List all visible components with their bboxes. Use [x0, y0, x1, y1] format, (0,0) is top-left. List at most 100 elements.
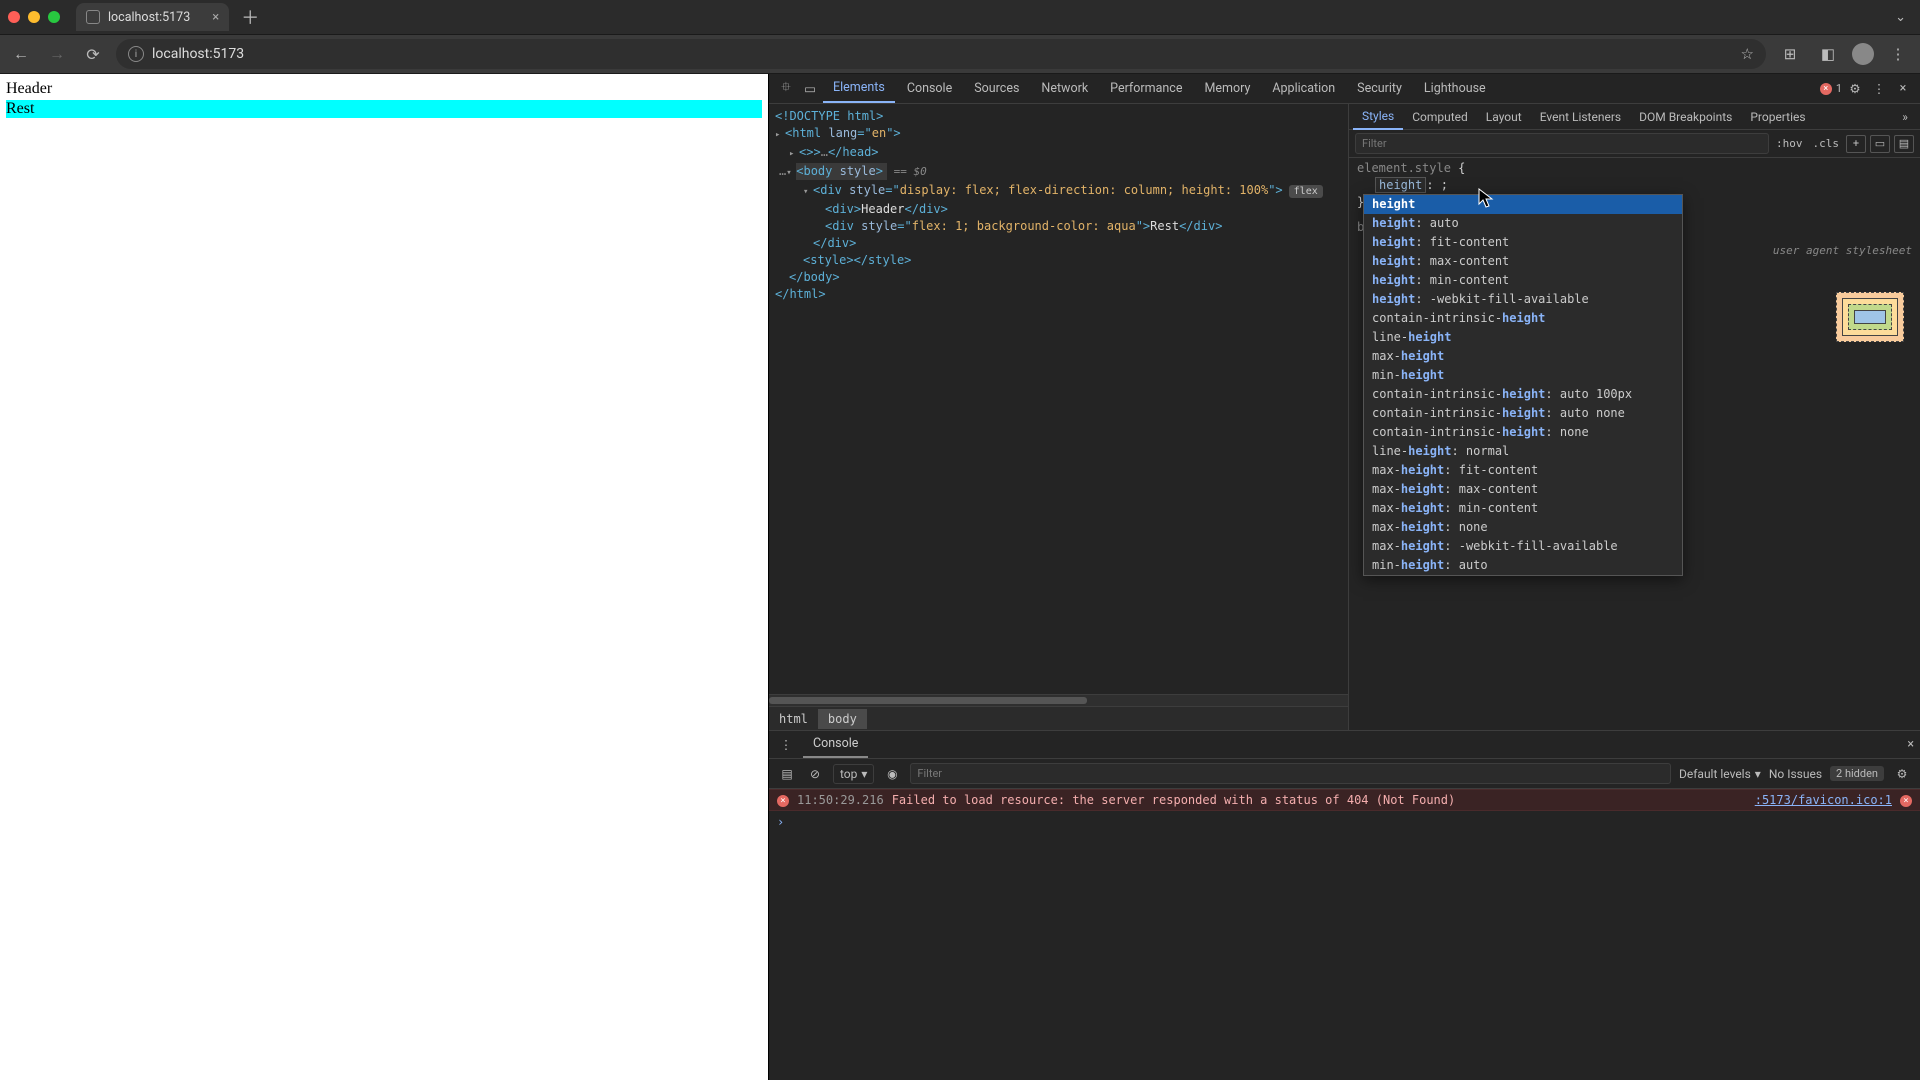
flex-badge[interactable]: flex: [1289, 185, 1323, 198]
autocomplete-option[interactable]: min-height: auto: [1364, 556, 1682, 575]
breadcrumb-html[interactable]: html: [769, 709, 818, 729]
tab-dom-breakpoints[interactable]: DOM Breakpoints: [1630, 105, 1741, 129]
autocomplete-option[interactable]: max-height: [1364, 347, 1682, 366]
browser-tab[interactable]: localhost:5173 ×: [76, 3, 229, 31]
menu-icon[interactable]: ⋮: [1884, 45, 1912, 63]
profile-avatar[interactable]: [1852, 43, 1874, 65]
autocomplete-option[interactable]: height: [1364, 195, 1682, 214]
autocomplete-option[interactable]: max-height: fit-content: [1364, 461, 1682, 480]
new-tab-button[interactable]: ＋: [241, 4, 259, 30]
inspect-icon[interactable]: ⯐: [775, 78, 797, 99]
tab-overflow-icon[interactable]: ⌄: [1895, 10, 1906, 25]
drawer-close-icon[interactable]: ×: [1907, 737, 1914, 752]
tab-sources[interactable]: Sources: [964, 75, 1029, 102]
error-count: 1: [1836, 82, 1842, 95]
clear-console-icon[interactable]: ⊘: [805, 767, 825, 781]
log-levels[interactable]: Default levels ▾: [1679, 767, 1761, 781]
console-sidebar-icon[interactable]: ▤: [777, 767, 797, 781]
console-toolbar: ▤ ⊘ top ▾ ◉ Filter Default levels ▾ No I…: [769, 759, 1920, 789]
reload-button[interactable]: ⟳: [80, 45, 106, 64]
tab-network[interactable]: Network: [1031, 75, 1098, 102]
console-prompt[interactable]: ›: [769, 811, 1920, 833]
window-controls[interactable]: [8, 11, 60, 23]
cls-toggle[interactable]: .cls: [1810, 137, 1843, 150]
autocomplete-option[interactable]: height: -webkit-fill-available: [1364, 290, 1682, 309]
autocomplete-option[interactable]: max-height: none: [1364, 518, 1682, 537]
tab-application[interactable]: Application: [1262, 75, 1345, 102]
autocomplete-option[interactable]: contain-intrinsic-height: none: [1364, 423, 1682, 442]
tab-properties[interactable]: Properties: [1741, 105, 1814, 129]
autocomplete-option[interactable]: min-height: [1364, 366, 1682, 385]
tab-lighthouse[interactable]: Lighthouse: [1414, 75, 1496, 102]
css-prop-name-input[interactable]: height: [1375, 177, 1426, 193]
styles-filter-input[interactable]: Filter: [1355, 133, 1769, 154]
back-button[interactable]: ←: [8, 44, 34, 64]
forward-button[interactable]: →: [44, 44, 70, 64]
tab-strip: localhost:5173 × ＋ ⌄: [0, 0, 1920, 34]
more-icon[interactable]: ⋮: [1868, 81, 1890, 97]
url-text: localhost:5173: [152, 46, 244, 62]
autocomplete-option[interactable]: contain-intrinsic-height: [1364, 309, 1682, 328]
autocomplete-option[interactable]: max-height: -webkit-fill-available: [1364, 537, 1682, 556]
drawer-tab-console[interactable]: Console: [803, 731, 868, 758]
site-info-icon[interactable]: i: [128, 46, 144, 62]
hidden-count[interactable]: 2 hidden: [1830, 766, 1884, 781]
breadcrumb-body[interactable]: body: [818, 709, 867, 729]
close-devtools-icon[interactable]: ×: [1892, 81, 1914, 96]
bookmark-icon[interactable]: ☆: [1741, 45, 1754, 63]
maximize-window-icon[interactable]: [48, 11, 60, 23]
autocomplete-option[interactable]: height: max-content: [1364, 252, 1682, 271]
tab-styles[interactable]: Styles: [1353, 104, 1403, 130]
new-rule-button[interactable]: +: [1846, 135, 1866, 153]
tab-elements[interactable]: Elements: [823, 74, 895, 103]
tab-layout[interactable]: Layout: [1477, 105, 1531, 129]
computed-toggle-button[interactable]: ▤: [1894, 135, 1914, 153]
tab-close-icon[interactable]: ×: [212, 10, 219, 25]
minimize-window-icon[interactable]: [28, 11, 40, 23]
css-autocomplete[interactable]: height height: auto height: fit-content …: [1363, 194, 1683, 576]
log-message: Failed to load resource: the server resp…: [892, 793, 1747, 807]
autocomplete-option[interactable]: line-height: normal: [1364, 442, 1682, 461]
device-toggle-icon[interactable]: ▭: [799, 81, 821, 97]
autocomplete-option[interactable]: max-height: max-content: [1364, 480, 1682, 499]
styles-sidebar: Styles Computed Layout Event Listeners D…: [1349, 104, 1920, 730]
live-expression-icon[interactable]: ◉: [882, 767, 902, 781]
tab-security[interactable]: Security: [1347, 75, 1412, 102]
autocomplete-option[interactable]: height: fit-content: [1364, 233, 1682, 252]
box-model-widget[interactable]: [1836, 292, 1904, 342]
drawer-menu-icon[interactable]: ⋮: [775, 737, 797, 753]
dom-scrollbar[interactable]: [769, 694, 1348, 706]
autocomplete-option[interactable]: contain-intrinsic-height: auto 100px: [1364, 385, 1682, 404]
address-bar[interactable]: i localhost:5173 ☆: [116, 39, 1766, 69]
console-settings-icon[interactable]: ⚙: [1892, 767, 1912, 781]
toggle-common-button[interactable]: ▭: [1870, 135, 1890, 153]
styles-body[interactable]: element.style { height: ; } bo user agen…: [1349, 158, 1920, 730]
extensions-icon[interactable]: ⊞: [1776, 45, 1804, 63]
autocomplete-option[interactable]: line-height: [1364, 328, 1682, 347]
tab-performance[interactable]: Performance: [1100, 75, 1192, 102]
tab-computed[interactable]: Computed: [1403, 105, 1477, 129]
autocomplete-option[interactable]: height: auto: [1364, 214, 1682, 233]
dom-tree[interactable]: <!DOCTYPE html> ▸<html lang="en"> ▸<>>…<…: [769, 104, 1348, 694]
issues-label[interactable]: No Issues: [1769, 767, 1822, 781]
context-selector[interactable]: top ▾: [833, 764, 874, 784]
settings-icon[interactable]: ⚙: [1844, 81, 1866, 97]
console-body[interactable]: × 11:50:29.216 Failed to load resource: …: [769, 789, 1920, 1080]
sidebar-tabs: Styles Computed Layout Event Listeners D…: [1349, 104, 1920, 130]
selected-node[interactable]: <body style>: [796, 163, 887, 180]
console-error-row[interactable]: × 11:50:29.216 Failed to load resource: …: [769, 789, 1920, 811]
hov-toggle[interactable]: :hov: [1773, 137, 1806, 150]
autocomplete-option[interactable]: height: min-content: [1364, 271, 1682, 290]
console-filter-input[interactable]: Filter: [910, 763, 1671, 784]
close-window-icon[interactable]: [8, 11, 20, 23]
log-source-link[interactable]: :5173/favicon.ico:1: [1755, 793, 1892, 807]
tab-console[interactable]: Console: [897, 75, 962, 102]
workspace: Header Rest ⯐ ▭ Elements Console Sources…: [0, 74, 1920, 1080]
error-badge[interactable]: ×1: [1820, 82, 1842, 95]
tab-memory[interactable]: Memory: [1194, 75, 1260, 102]
tab-event-listeners[interactable]: Event Listeners: [1531, 105, 1630, 129]
autocomplete-option[interactable]: max-height: min-content: [1364, 499, 1682, 518]
autocomplete-option[interactable]: contain-intrinsic-height: auto none: [1364, 404, 1682, 423]
side-panel-icon[interactable]: ◧: [1814, 45, 1842, 63]
sidebar-more-icon[interactable]: »: [1894, 110, 1916, 124]
